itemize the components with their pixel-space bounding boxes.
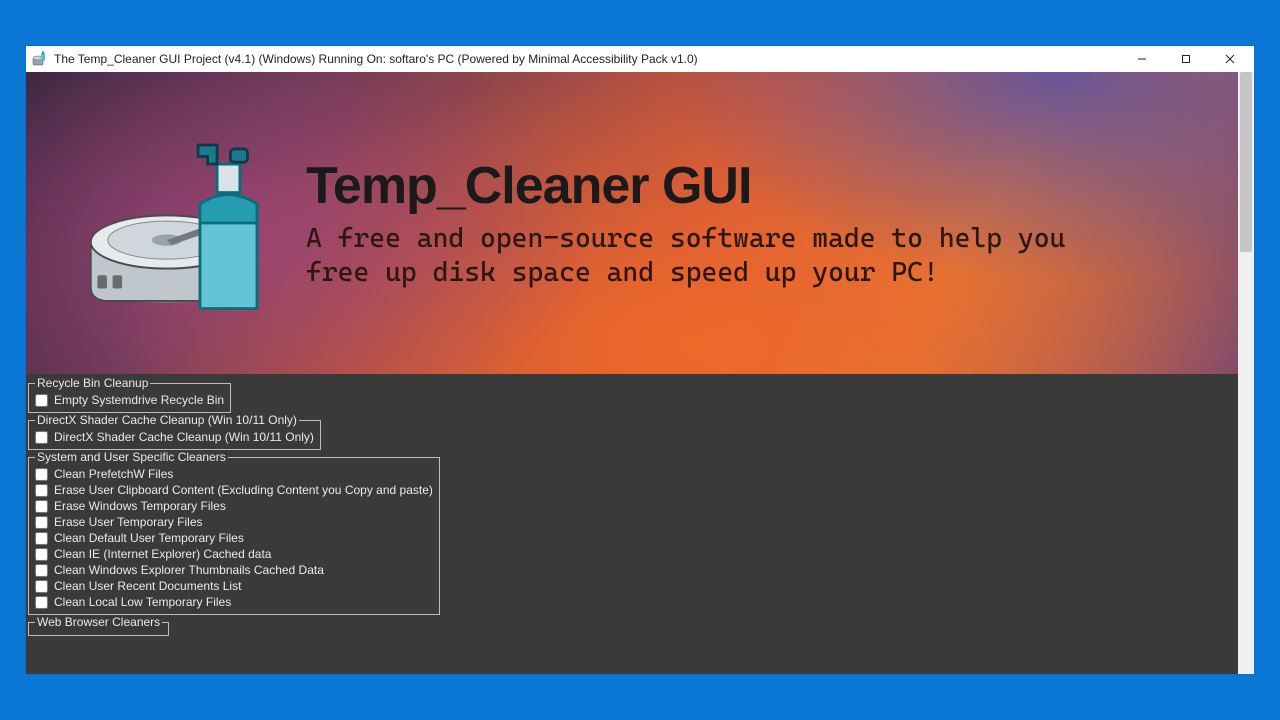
group-recycle-bin: Recycle Bin Cleanup Empty Systemdrive Rec… [28,376,231,413]
hdd-spray-icon [86,128,276,318]
checkbox[interactable] [35,394,48,407]
vertical-scrollbar[interactable] [1238,72,1254,674]
banner-text: Temp_Cleaner GUI A free and open-source … [306,156,1198,290]
checkbox-row[interactable]: Erase User Clipboard Content (Excluding … [35,482,433,498]
header-banner: Temp_Cleaner GUI A free and open-source … [26,72,1238,374]
group-legend: Recycle Bin Cleanup [35,376,150,390]
scrollbar-track[interactable] [1238,72,1254,674]
checkbox-label: Clean PrefetchW Files [54,467,173,481]
checkbox-row[interactable]: Empty Systemdrive Recycle Bin [35,392,224,408]
checkbox-label: Empty Systemdrive Recycle Bin [54,393,224,407]
group-legend: System and User Specific Cleaners [35,450,228,464]
checkbox-label: Clean IE (Internet Explorer) Cached data [54,547,271,561]
checkbox-row[interactable]: Clean PrefetchW Files [35,466,433,482]
checkbox[interactable] [35,500,48,513]
checkbox-label: Erase User Temporary Files [54,515,203,529]
titlebar[interactable]: The Temp_Cleaner GUI Project (v4.1) (Win… [26,46,1254,72]
banner-title: Temp_Cleaner GUI [306,156,1198,216]
window-title: The Temp_Cleaner GUI Project (v4.1) (Win… [54,52,1120,66]
checkbox-row[interactable]: Clean Default User Temporary Files [35,530,433,546]
checkbox[interactable] [35,548,48,561]
checkbox-label: Clean Local Low Temporary Files [54,595,231,609]
checkbox[interactable] [35,484,48,497]
checkbox[interactable] [35,431,48,444]
checkbox-row[interactable]: Clean IE (Internet Explorer) Cached data [35,546,433,562]
checkbox-row[interactable]: DirectX Shader Cache Cleanup (Win 10/11 … [35,429,314,445]
checkbox-label: Erase User Clipboard Content (Excluding … [54,483,433,497]
checkbox-label: Clean Windows Explorer Thumbnails Cached… [54,563,324,577]
checkbox-label: Erase Windows Temporary Files [54,499,226,513]
checkbox[interactable] [35,468,48,481]
checkbox[interactable] [35,596,48,609]
maximize-button[interactable] [1164,46,1208,72]
group-directx: DirectX Shader Cache Cleanup (Win 10/11 … [28,413,321,450]
checkbox[interactable] [35,516,48,529]
app-icon [32,51,48,67]
app-window: The Temp_Cleaner GUI Project (v4.1) (Win… [26,46,1254,674]
group-legend: DirectX Shader Cache Cleanup (Win 10/11 … [35,413,299,427]
close-button[interactable] [1208,46,1252,72]
checkbox[interactable] [35,564,48,577]
checkbox[interactable] [35,580,48,593]
checkbox-row[interactable]: Erase Windows Temporary Files [35,498,433,514]
group-web-browser: Web Browser Cleaners [28,615,169,636]
window-controls [1120,46,1252,72]
checkbox-label: Clean User Recent Documents List [54,579,241,593]
cleaner-groups: Recycle Bin Cleanup Empty Systemdrive Rec… [26,374,1238,641]
minimize-button[interactable] [1120,46,1164,72]
group-system-user: System and User Specific Cleaners Clean P… [28,450,440,615]
checkbox-label: Clean Default User Temporary Files [54,531,244,545]
scroll-area: Temp_Cleaner GUI A free and open-source … [26,72,1238,674]
checkbox[interactable] [35,532,48,545]
checkbox-row[interactable]: Clean Windows Explorer Thumbnails Cached… [35,562,433,578]
checkbox-row[interactable]: Clean User Recent Documents List [35,578,433,594]
checkbox-row[interactable]: Clean Local Low Temporary Files [35,594,433,610]
group-legend: Web Browser Cleaners [35,615,162,629]
client-area: Temp_Cleaner GUI A free and open-source … [26,72,1254,674]
checkbox-row[interactable]: Erase User Temporary Files [35,514,433,530]
scrollbar-thumb[interactable] [1240,72,1252,252]
checkbox-label: DirectX Shader Cache Cleanup (Win 10/11 … [54,430,314,444]
banner-subtitle: A free and open-source software made to … [306,222,1126,290]
